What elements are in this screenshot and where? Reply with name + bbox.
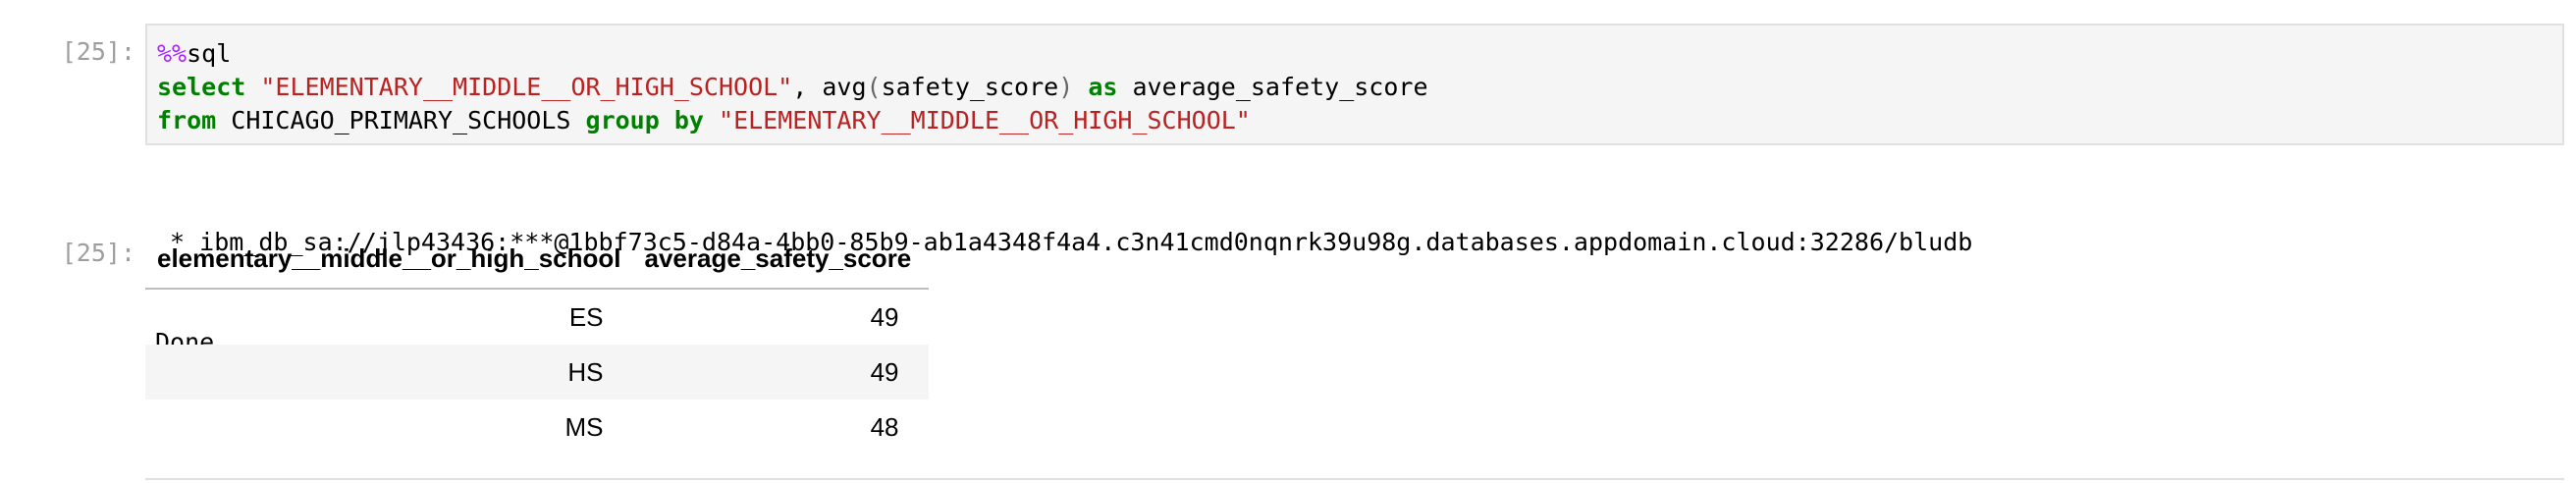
column-header-average-safety-score: average_safety_score [632,231,929,290]
code-comma: , [792,73,823,101]
input-prompt: [25]: [61,37,135,66]
paren-open: ( [866,73,882,101]
column-header-school-type: elementary__middle__or_high_school [145,231,633,290]
paren-close: ) [1058,73,1074,101]
table-cell-average-score: 48 [870,411,899,442]
table-row: MS 48 [145,400,929,455]
table-cell-school-type: HS [145,345,633,400]
table-row: ES 49 [145,289,929,345]
keyword-from: from [157,106,217,134]
table-cell-average-score: 49 [870,301,899,332]
code-line-2: select "ELEMENTARY__MIDDLE__OR_HIGH_SCHO… [157,71,2562,104]
table-cell-school-type: MS [564,411,604,442]
next-cell-divider [145,478,2564,480]
result-table: elementary__middle__or_high_school avera… [145,231,929,455]
keyword-select: select [157,73,246,101]
function-name-avg: avg [822,73,867,101]
table-cell-average-score: 49 [632,345,929,400]
code-line-1: %%sql [157,37,2562,71]
output-prompt: [25]: [61,239,135,267]
table-cell-school-type: ES [568,301,604,332]
string-literal-column: "ELEMENTARY__MIDDLE__OR_HIGH_SCHOOL" [260,73,793,101]
column-alias: average_safety_score [1117,73,1428,101]
keyword-group: group [585,106,660,134]
cell-magic-prefix: %% [157,39,188,68]
keyword-by: by [673,106,704,134]
table-header-row: elementary__middle__or_high_school avera… [145,231,929,290]
cell-magic-name: sql [187,39,232,68]
code-line-3: from CHICAGO_PRIMARY_SCHOOLS group by "E… [157,104,2562,137]
table-name: CHICAGO_PRIMARY_SCHOOLS [216,106,586,134]
function-argument: safety_score [881,73,1059,101]
string-literal-group-column: "ELEMENTARY__MIDDLE__OR_HIGH_SCHOOL" [719,106,1251,134]
table-row: HS 49 [145,345,929,400]
code-cell-editor[interactable]: %%sql select "ELEMENTARY__MIDDLE__OR_HIG… [145,24,2564,145]
keyword-as: as [1088,73,1118,101]
